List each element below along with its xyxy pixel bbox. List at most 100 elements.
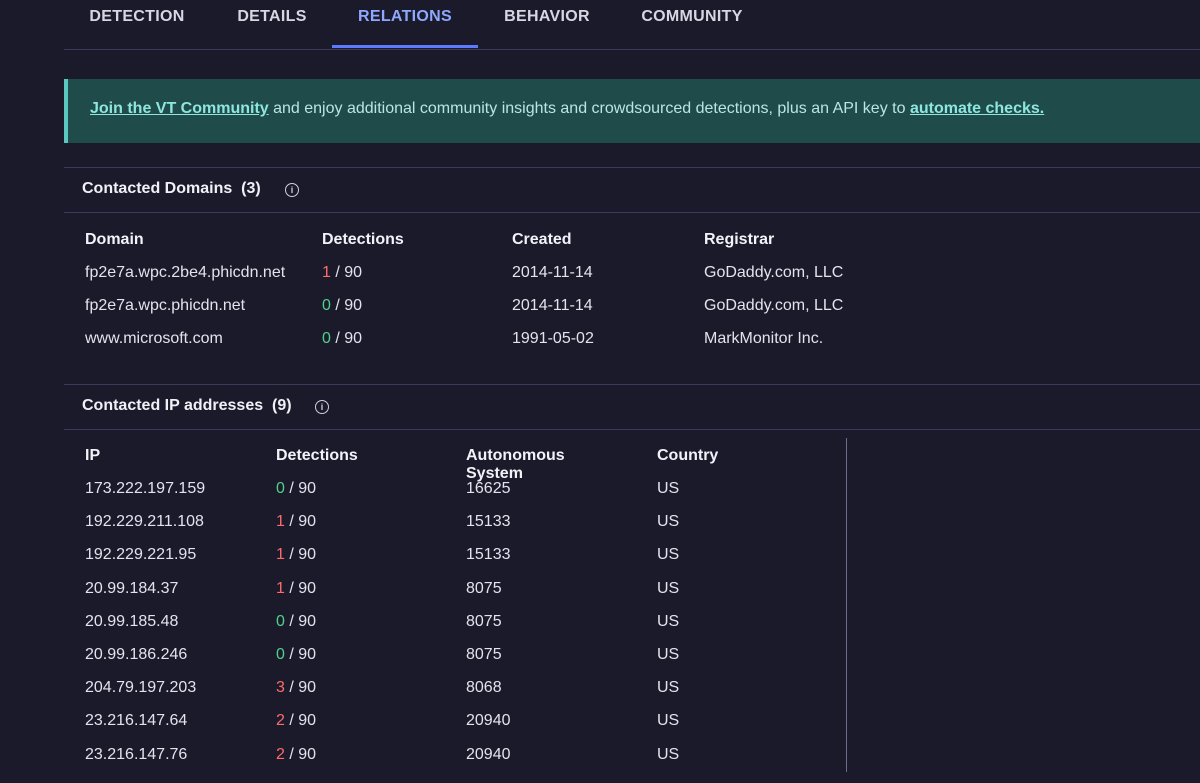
detection-total: / 90 bbox=[330, 330, 363, 347]
detection-ratio: 3 / 90 bbox=[276, 679, 316, 697]
ip-link[interactable]: 20.99.184.37 bbox=[85, 580, 178, 598]
section-title: Contacted IP addresses (9) bbox=[82, 397, 292, 414]
detection-ratio: 1 / 90 bbox=[276, 546, 316, 564]
detection-count: 0 bbox=[322, 330, 331, 347]
detection-count: 0 bbox=[322, 297, 331, 314]
detection-ratio: 2 / 90 bbox=[276, 712, 316, 730]
autonomous-system: 16625 bbox=[466, 480, 511, 497]
detection-total: / 90 bbox=[330, 297, 363, 314]
detection-count: 0 bbox=[276, 646, 285, 663]
detection-ratio: 0 / 90 bbox=[276, 613, 316, 631]
country-code: US bbox=[657, 679, 680, 697]
detection-count: 0 bbox=[276, 612, 285, 630]
detection-count: 1 bbox=[276, 513, 285, 531]
relations-page: DETECTION DETAILS RELATIONS BEHAVIOR COM… bbox=[0, 0, 1200, 783]
detection-ratio: 1 / 90 bbox=[322, 264, 362, 282]
column-header-created: Created bbox=[512, 231, 572, 248]
country-code: US bbox=[657, 612, 680, 630]
created-date: 2014-11-14 bbox=[512, 297, 593, 314]
autonomous-system: 15133 bbox=[466, 546, 511, 564]
country-code: US bbox=[657, 712, 680, 730]
detection-total: / 90 bbox=[284, 712, 317, 730]
column-header-detections: Detections bbox=[276, 447, 358, 464]
ip-link[interactable]: 173.222.197.159 bbox=[85, 480, 205, 498]
community-banner: Join the VT Community and enjoy addition… bbox=[64, 79, 1200, 143]
automate-checks-link[interactable]: automate checks. bbox=[910, 100, 1044, 117]
info-icon[interactable]: i bbox=[315, 400, 329, 414]
created-date: 2014-11-14 bbox=[512, 264, 593, 281]
tab-bar: DETECTION DETAILS RELATIONS BEHAVIOR COM… bbox=[64, 0, 1200, 50]
detection-count: 1 bbox=[322, 264, 331, 281]
autonomous-system: 8075 bbox=[466, 646, 502, 663]
ip-link[interactable]: 204.79.197.203 bbox=[85, 679, 196, 697]
registrar-name: GoDaddy.com, LLC bbox=[704, 264, 844, 281]
country-code: US bbox=[657, 513, 680, 531]
contacted-ips-header: Contacted IP addresses (9) i bbox=[64, 384, 1200, 430]
autonomous-system: 8075 bbox=[466, 612, 502, 630]
active-tab-indicator bbox=[332, 45, 478, 48]
column-header-country: Country bbox=[657, 447, 719, 464]
banner-text: Join the VT Community and enjoy addition… bbox=[90, 100, 1044, 118]
detection-total: / 90 bbox=[284, 612, 317, 630]
detection-count: 2 bbox=[276, 712, 285, 730]
detection-total: / 90 bbox=[284, 480, 317, 497]
column-header-detections: Detections bbox=[322, 231, 404, 248]
domain-link[interactable]: fp2e7a.wpc.phicdn.net bbox=[85, 297, 245, 315]
tab-behavior[interactable]: BEHAVIOR bbox=[478, 0, 616, 49]
ip-link[interactable]: 23.216.147.64 bbox=[85, 712, 187, 730]
country-code: US bbox=[657, 546, 680, 564]
ip-link[interactable]: 20.99.185.48 bbox=[85, 613, 178, 631]
detection-ratio: 1 / 90 bbox=[276, 580, 316, 598]
section-title: Contacted Domains (3) bbox=[82, 180, 261, 197]
detection-count: 1 bbox=[276, 579, 285, 597]
contacted-domains-header: Contacted Domains (3) i bbox=[64, 167, 1200, 213]
detection-total: / 90 bbox=[284, 745, 317, 763]
country-code: US bbox=[657, 646, 680, 663]
detection-total: / 90 bbox=[284, 579, 317, 597]
detection-total: / 90 bbox=[284, 546, 317, 564]
detection-ratio: 1 / 90 bbox=[276, 513, 316, 531]
domain-link[interactable]: www.microsoft.com bbox=[85, 330, 223, 348]
column-header-domain: Domain bbox=[85, 231, 144, 248]
ip-link[interactable]: 20.99.186.246 bbox=[85, 646, 187, 664]
tab-detection[interactable]: DETECTION bbox=[64, 0, 210, 49]
tab-relations[interactable]: RELATIONS bbox=[332, 0, 478, 49]
domain-link[interactable]: fp2e7a.wpc.2be4.phicdn.net bbox=[85, 264, 285, 282]
banner-middle-text: and enjoy additional community insights … bbox=[268, 100, 910, 117]
tab-community[interactable]: COMMUNITY bbox=[616, 0, 768, 49]
autonomous-system: 20940 bbox=[466, 712, 511, 730]
column-header-autonomous-system: Autonomous System bbox=[466, 447, 565, 482]
registrar-name: MarkMonitor Inc. bbox=[704, 330, 824, 347]
detection-count: 3 bbox=[276, 679, 285, 697]
autonomous-system: 20940 bbox=[466, 745, 511, 763]
country-code: US bbox=[657, 745, 680, 763]
detection-count: 0 bbox=[276, 480, 285, 497]
detection-ratio: 0 / 90 bbox=[276, 480, 316, 498]
column-header-registrar: Registrar bbox=[704, 231, 775, 248]
tab-details[interactable]: DETAILS bbox=[210, 0, 334, 49]
country-code: US bbox=[657, 579, 680, 597]
country-code: US bbox=[657, 480, 680, 497]
autonomous-system: 15133 bbox=[466, 513, 511, 531]
created-date: 1991-05-02 bbox=[512, 330, 594, 347]
detection-total: / 90 bbox=[284, 646, 317, 663]
registrar-name: GoDaddy.com, LLC bbox=[704, 297, 844, 314]
detection-total: / 90 bbox=[330, 264, 363, 281]
ip-link[interactable]: 192.229.221.95 bbox=[85, 546, 196, 564]
detection-total: / 90 bbox=[284, 513, 317, 531]
detection-total: / 90 bbox=[284, 679, 317, 697]
ip-link[interactable]: 23.216.147.76 bbox=[85, 746, 187, 764]
join-community-link[interactable]: Join the VT Community bbox=[90, 100, 269, 117]
column-divider bbox=[846, 438, 847, 772]
ip-link[interactable]: 192.229.211.108 bbox=[85, 513, 204, 531]
detection-ratio: 0 / 90 bbox=[322, 297, 362, 315]
detection-count: 2 bbox=[276, 745, 285, 763]
info-icon[interactable]: i bbox=[285, 183, 299, 197]
column-header-ip: IP bbox=[85, 447, 101, 464]
autonomous-system: 8068 bbox=[466, 679, 502, 697]
detection-ratio: 0 / 90 bbox=[322, 330, 362, 348]
detection-ratio: 0 / 90 bbox=[276, 646, 316, 664]
detection-count: 1 bbox=[276, 546, 285, 564]
autonomous-system: 8075 bbox=[466, 579, 502, 597]
detection-ratio: 2 / 90 bbox=[276, 746, 316, 764]
